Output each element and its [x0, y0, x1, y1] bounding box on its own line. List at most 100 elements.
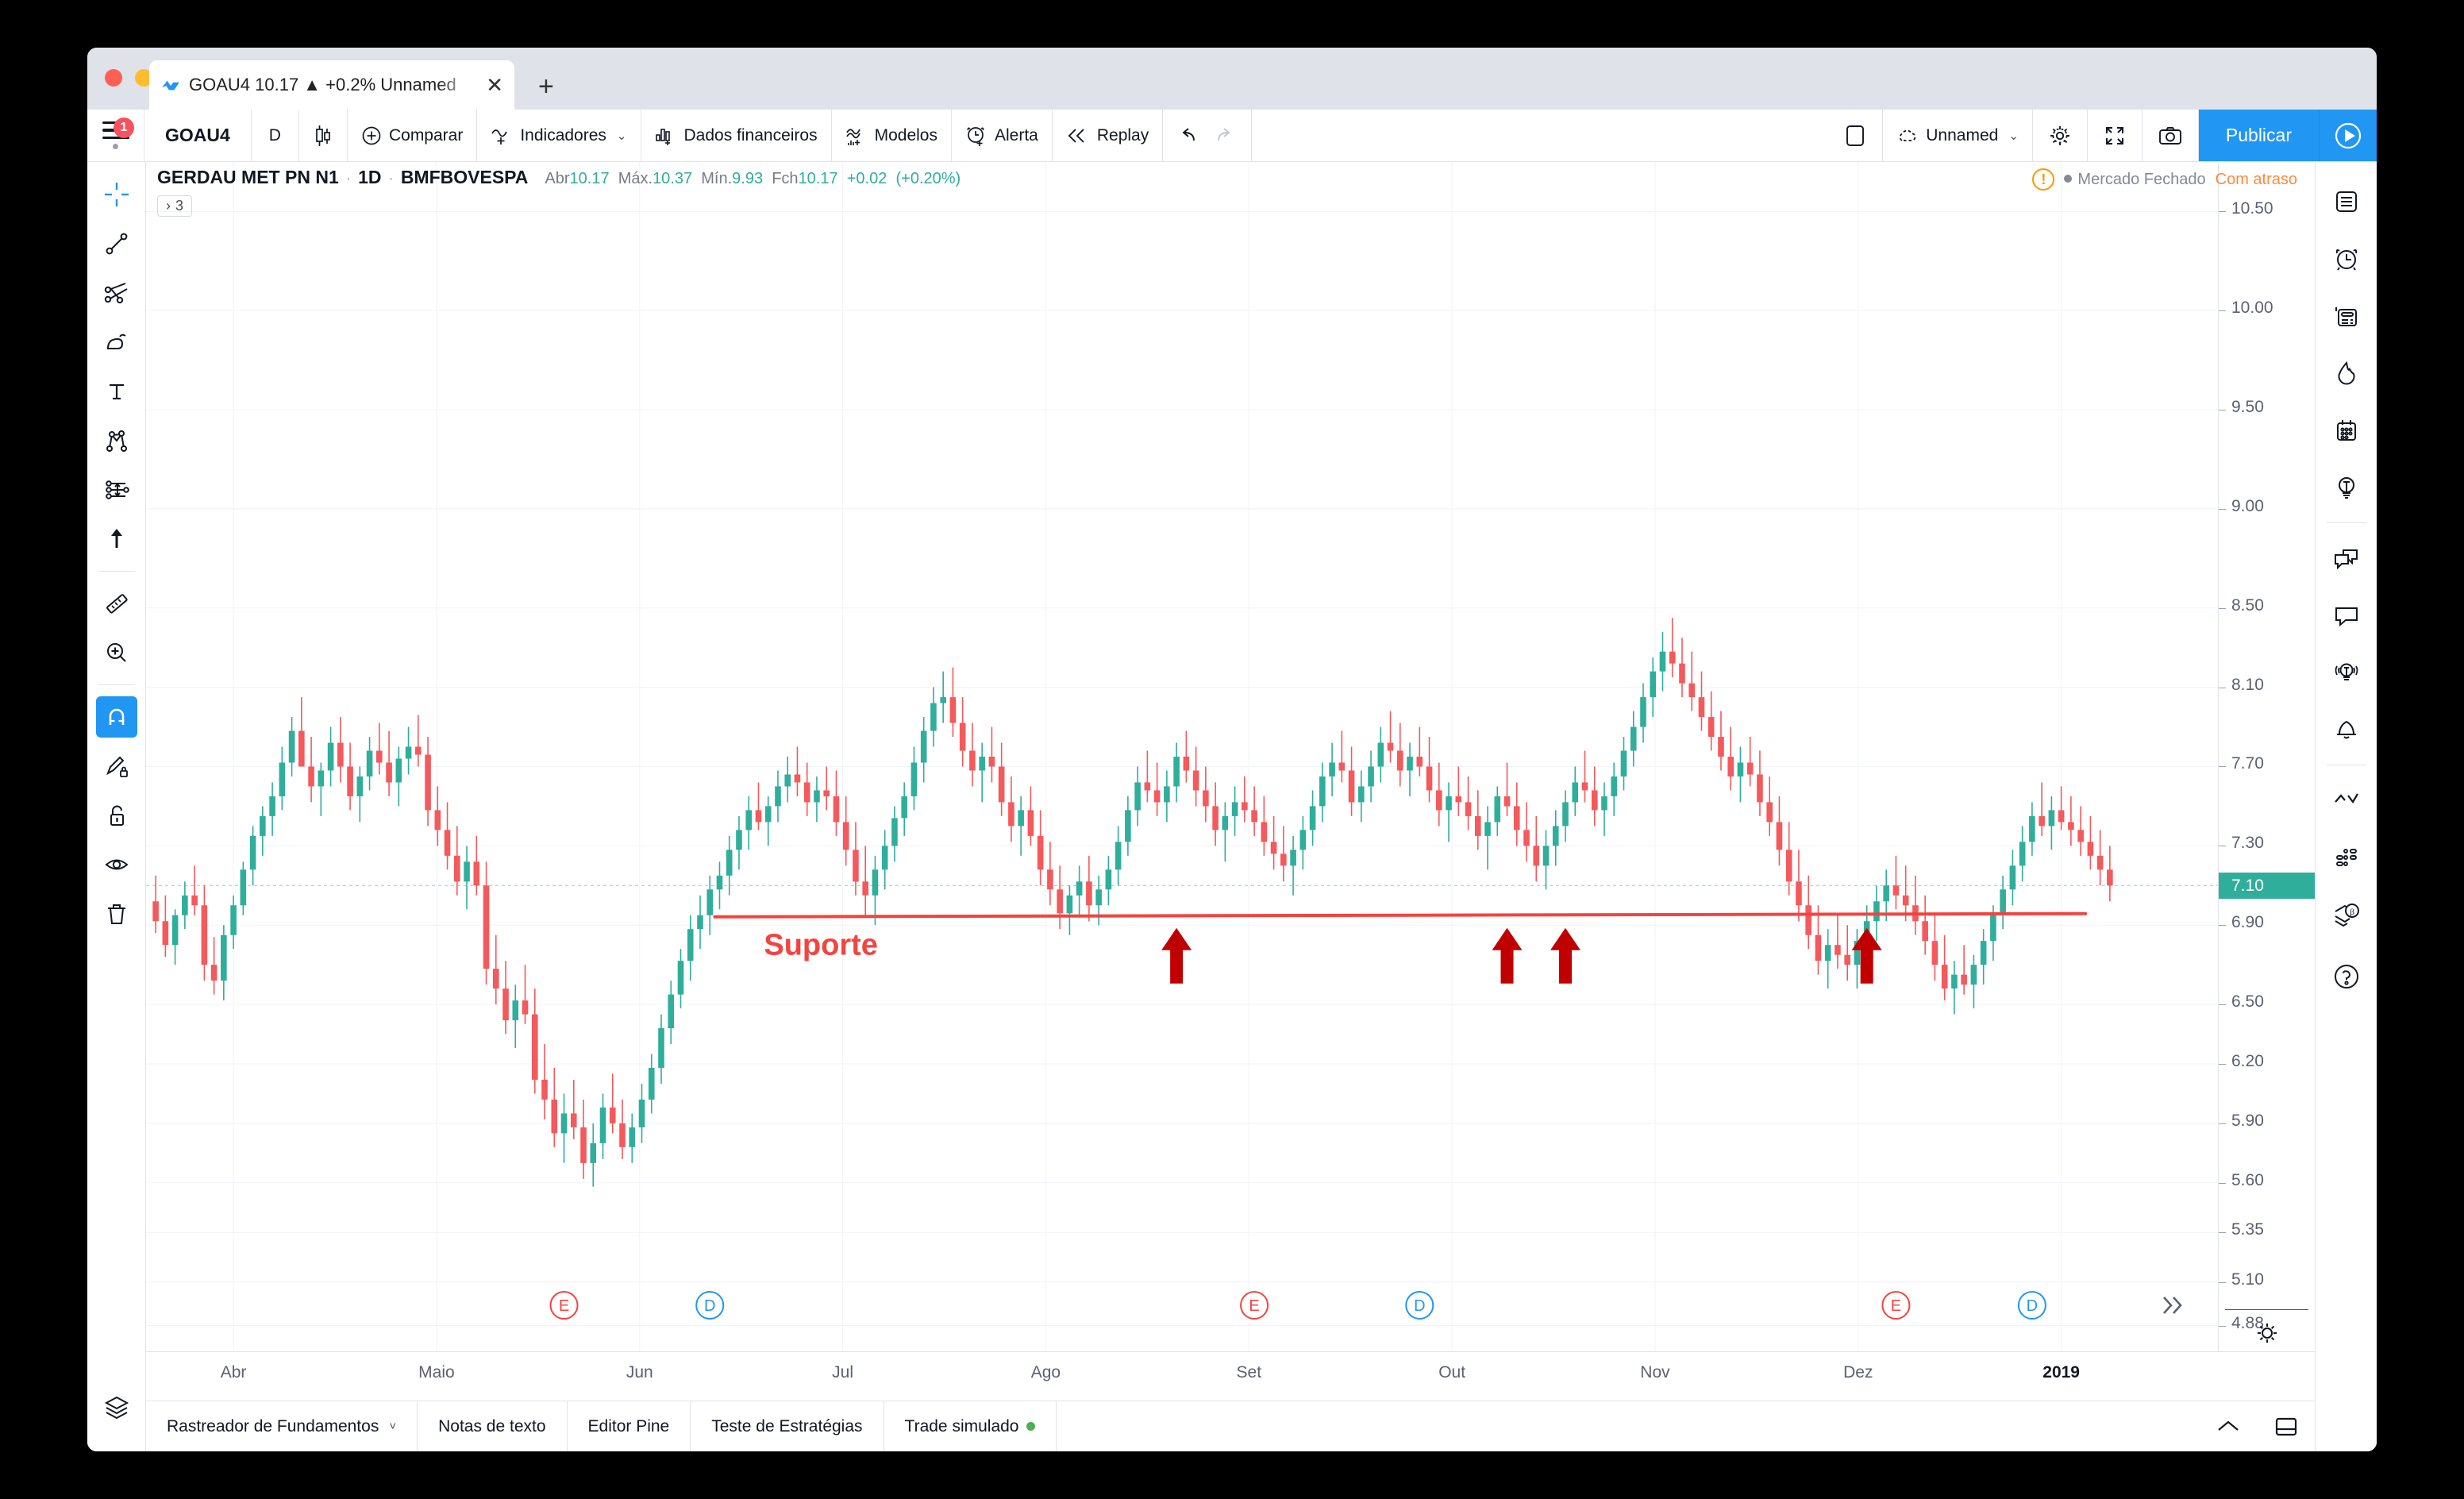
- tab-notas-de-texto[interactable]: Notas de texto: [418, 1401, 568, 1451]
- undo-redo-group[interactable]: [1163, 110, 1253, 161]
- beta-layers-icon: β: [2334, 904, 2359, 927]
- chat-button[interactable]: [2324, 593, 2369, 638]
- chevron-down-icon[interactable]: ⌄: [2008, 129, 2019, 143]
- support-arrow-icon: [1492, 927, 1523, 984]
- notifications-button[interactable]: [2324, 707, 2369, 752]
- chart-container: GERDAU MET PN N1 · 1D · BMFBOVESPA Abr10…: [146, 162, 2315, 1451]
- snapshot-button[interactable]: [2143, 110, 2199, 161]
- chart-event-marker[interactable]: E: [1240, 1291, 1269, 1320]
- help-button[interactable]: [2324, 954, 2369, 999]
- chart-event-marker[interactable]: D: [1405, 1291, 1434, 1320]
- chat-group-button[interactable]: [2324, 536, 2369, 580]
- chart-style-button[interactable]: [299, 110, 348, 161]
- delay-badge: Com atraso: [2215, 170, 2297, 188]
- layout-button[interactable]: [1828, 110, 1884, 161]
- lock-tool[interactable]: [96, 795, 137, 836]
- news-icon: [2335, 307, 2357, 326]
- legend-symbol-name[interactable]: GERDAU MET PN N1: [157, 167, 339, 188]
- redo-icon[interactable]: [1214, 126, 1238, 145]
- warning-icon[interactable]: !: [2032, 168, 2055, 191]
- hide-drawings-tool[interactable]: [96, 844, 137, 885]
- tab-editor-pine[interactable]: Editor Pine: [568, 1401, 691, 1451]
- pattern-icon: [106, 430, 127, 452]
- chart-event-marker[interactable]: D: [695, 1291, 725, 1320]
- studies-chip[interactable]: › 3: [157, 195, 193, 217]
- brush-tool[interactable]: [96, 322, 137, 363]
- templates-button[interactable]: Modelos: [832, 110, 952, 161]
- arrow-tool[interactable]: [96, 518, 137, 560]
- ohlc-high-value: 10.37: [653, 170, 693, 187]
- broker-beta-button[interactable]: β: [2324, 892, 2369, 937]
- watchlist-button[interactable]: [2324, 179, 2369, 224]
- alert-button[interactable]: Alerta: [952, 110, 1053, 161]
- interval-button[interactable]: D: [252, 110, 299, 161]
- stock-screener-icon: [2334, 793, 2358, 803]
- financials-button[interactable]: Dados financeiros: [641, 110, 832, 161]
- symbol-search-button[interactable]: GOAU4: [144, 110, 252, 161]
- main-menu-button[interactable]: 1: [87, 110, 144, 161]
- dom-button[interactable]: [2324, 835, 2369, 880]
- replay-button[interactable]: Replay: [1053, 110, 1164, 161]
- ohlc-high-label: Máx.: [618, 170, 653, 187]
- tab-rastreador-de-fundamentos[interactable]: Rastreador de Fundamentos ˅: [146, 1401, 418, 1451]
- play-button[interactable]: [2320, 110, 2377, 161]
- tab-teste-de-estrategias[interactable]: Teste de Estratégias: [691, 1401, 884, 1451]
- chevron-down-icon[interactable]: ˅: [389, 1420, 396, 1433]
- chart-event-marker[interactable]: D: [2017, 1291, 2046, 1320]
- alerts-panel-button[interactable]: [2324, 237, 2369, 281]
- chart-plot-area[interactable]: GERDAU MET PN N1 · 1D · BMFBOVESPA Abr10…: [146, 162, 2315, 1351]
- text-tool[interactable]: [96, 371, 137, 412]
- news-button[interactable]: [2324, 294, 2369, 338]
- zoom-in-tool[interactable]: [96, 632, 137, 673]
- chart-event-marker[interactable]: E: [549, 1291, 579, 1320]
- indicators-button[interactable]: Indicadores ⌄: [477, 110, 641, 161]
- ohlc-open-label: Abr: [545, 170, 570, 187]
- pattern-tool[interactable]: [96, 420, 137, 461]
- right-sidebar: β: [2315, 162, 2377, 1451]
- last-price-badge: 7.10: [2219, 873, 2315, 900]
- svg-text:D: D: [2027, 1297, 2038, 1315]
- panel-layout-button[interactable]: [2258, 1401, 2315, 1451]
- trend-line-tool[interactable]: [96, 223, 137, 264]
- close-window-button[interactable]: [105, 69, 122, 87]
- crosshair-tool[interactable]: [96, 174, 137, 215]
- templates-icon: [845, 128, 860, 145]
- drawing-lock-tool[interactable]: [96, 746, 137, 787]
- collapse-panel-button[interactable]: [2199, 1401, 2258, 1451]
- ideas-button[interactable]: [2324, 465, 2369, 510]
- stock-screener-button[interactable]: [2324, 778, 2369, 823]
- new-tab-button[interactable]: +: [538, 71, 554, 102]
- fullscreen-button[interactable]: [2088, 110, 2143, 161]
- publish-button[interactable]: Publicar: [2198, 110, 2320, 161]
- scroll-to-realtime-icon[interactable]: [2163, 1297, 2182, 1314]
- object-tree-tool[interactable]: [96, 1386, 137, 1428]
- zoom-in-icon: [106, 643, 126, 662]
- remove-drawings-tool[interactable]: [96, 893, 137, 934]
- compare-button[interactable]: Comparar: [348, 110, 478, 161]
- tab-trade-simulado[interactable]: Trade simulado: [884, 1401, 1057, 1451]
- saved-layout-button[interactable]: Unnamed ⌄: [1883, 110, 2033, 161]
- broadcast-button[interactable]: [2324, 650, 2369, 695]
- measure-tool[interactable]: [96, 583, 137, 624]
- fib-fork-tool[interactable]: [96, 272, 137, 314]
- ohlc-close-value: 10.17: [798, 170, 838, 187]
- forecast-tool[interactable]: [96, 469, 137, 511]
- arrow-up-icon: [110, 529, 122, 548]
- close-tab-icon[interactable]: ✕: [486, 75, 503, 95]
- calendar-button[interactable]: [2324, 408, 2369, 453]
- magnet-tool[interactable]: [95, 696, 137, 738]
- price-axis-settings-button[interactable]: [2219, 1320, 2315, 1347]
- price-axis[interactable]: 10.50 10.00 9.50 9.00 8.50 8.10 7.70 7.30 6.90 6.…: [2218, 162, 2315, 1351]
- hotlist-button[interactable]: [2324, 351, 2369, 395]
- settings-button[interactable]: [2033, 110, 2088, 161]
- templates-label: Modelos: [874, 125, 937, 145]
- trash-icon: [107, 904, 125, 924]
- time-axis[interactable]: Abr Maio Jun Jul Ago Set Out Nov Dez 2019: [146, 1351, 2315, 1401]
- bottom-tabs-spacer: [1057, 1401, 2200, 1451]
- fib-fork-icon: [104, 283, 127, 304]
- chevron-down-icon[interactable]: ⌄: [617, 129, 627, 143]
- toolbar-divider: [98, 684, 135, 685]
- browser-tab[interactable]: GOAU4 10.17 ▲ +0.2% Unnamed ✕: [149, 60, 514, 110]
- chart-event-marker[interactable]: E: [1881, 1291, 1911, 1320]
- undo-icon[interactable]: [1176, 126, 1200, 145]
